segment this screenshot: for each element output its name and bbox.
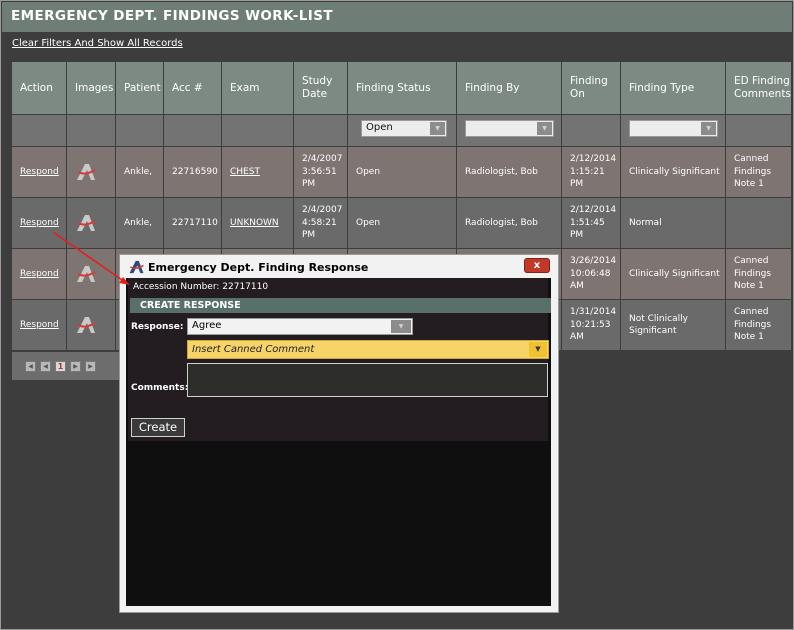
annotation-arrow [52, 231, 130, 285]
worklist-window: EMERGENCY DEPT. FINDINGS WORK-LIST Clear… [0, 0, 794, 630]
